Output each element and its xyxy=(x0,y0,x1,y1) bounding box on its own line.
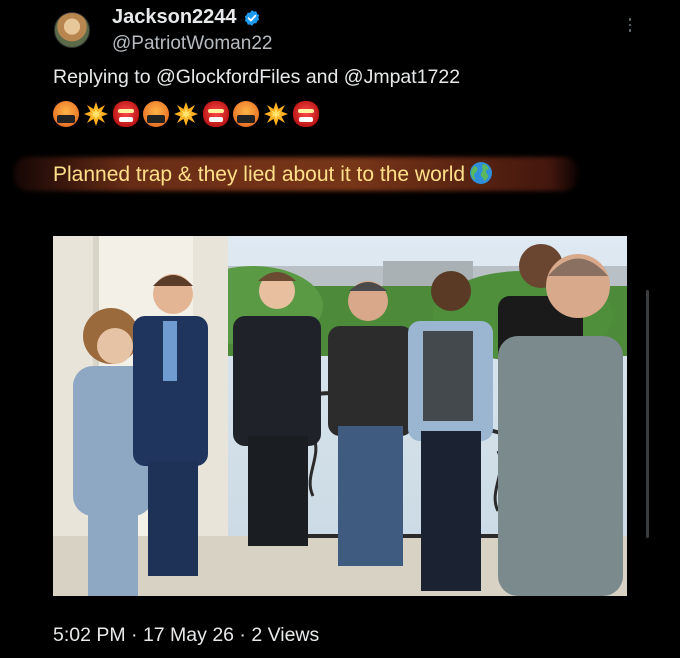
emoji-row xyxy=(53,100,319,128)
avatar[interactable] xyxy=(54,12,90,48)
verified-badge-icon xyxy=(244,9,259,26)
angry-face-icon xyxy=(53,101,79,127)
scrollbar[interactable] xyxy=(646,290,649,538)
author-name-row[interactable]: Jackson2244 xyxy=(112,6,261,29)
reply-prefix: Replying to xyxy=(53,66,151,88)
angry-face-icon xyxy=(143,101,169,127)
collision-icon xyxy=(173,101,199,127)
collision-icon xyxy=(83,101,109,127)
more-options-icon[interactable] xyxy=(624,14,636,36)
globe-icon xyxy=(470,162,493,184)
post-timestamp[interactable]: 5:02 PM · 17 May 26 · 2 Views xyxy=(53,624,319,647)
mention-link[interactable]: @Jmpat1722 xyxy=(344,66,460,88)
post-text: Planned trap & they lied about it to the… xyxy=(53,161,493,187)
author-handle[interactable]: @PatriotWoman22 xyxy=(112,33,272,55)
display-name[interactable]: Jackson2244 xyxy=(112,6,237,29)
replying-to: Replying to @GlockfordFiles and @Jmpat17… xyxy=(53,66,460,89)
angry-face-icon xyxy=(233,101,259,127)
mention-link[interactable]: @GlockfordFiles xyxy=(156,66,300,88)
ogre-icon xyxy=(203,101,229,127)
ogre-icon xyxy=(293,101,319,127)
collision-icon xyxy=(263,101,289,127)
post-image[interactable] xyxy=(53,236,627,596)
post-text-content: Planned trap & they lied about it to the… xyxy=(53,163,466,186)
reply-and: and xyxy=(305,66,339,88)
ogre-icon xyxy=(113,101,139,127)
group-photo xyxy=(53,236,627,596)
